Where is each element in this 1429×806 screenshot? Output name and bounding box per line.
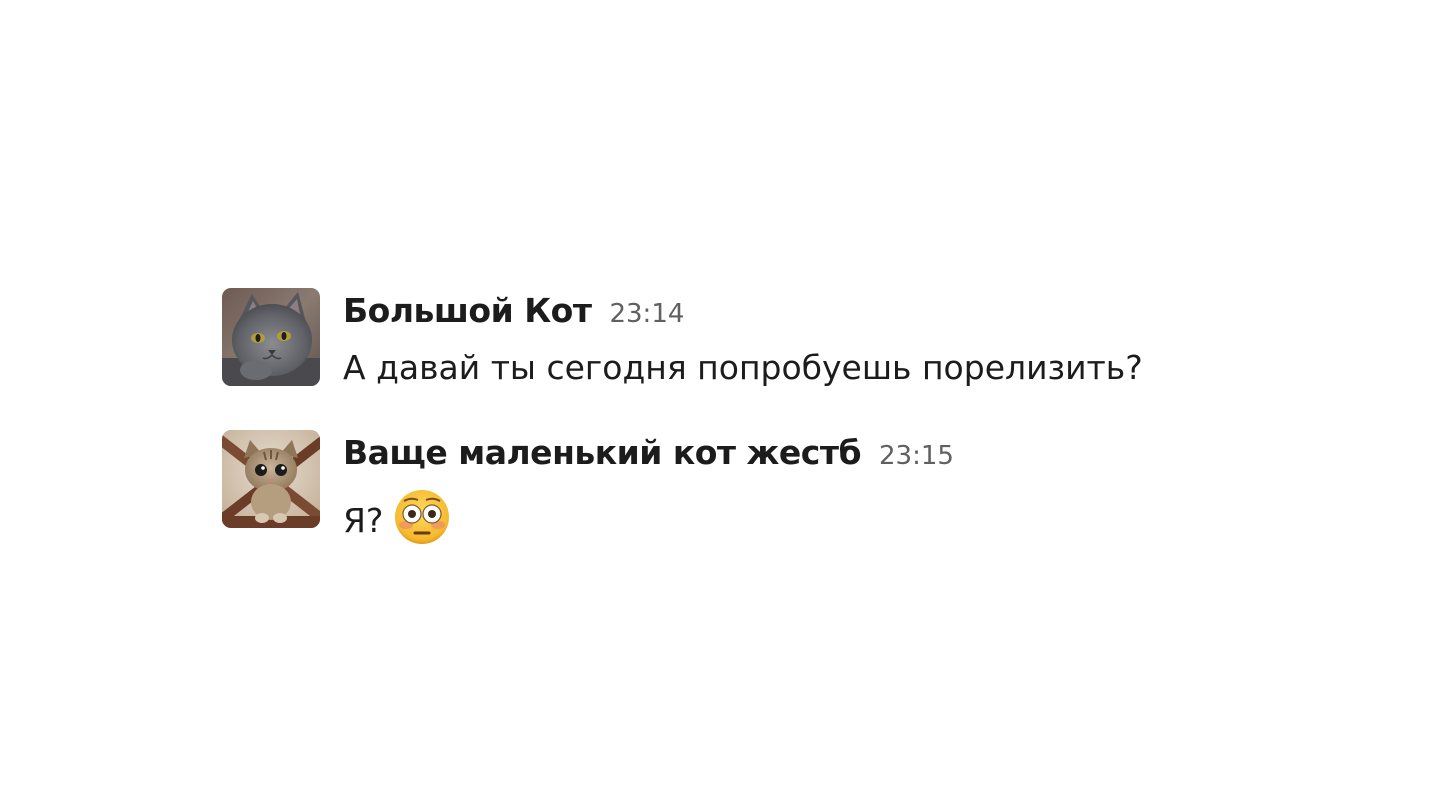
author-name[interactable]: Большой Кот [343, 291, 592, 330]
message-item: Большой Кот 23:14 А давай ты сегодня попр… [222, 288, 1322, 430]
message-content: Большой Кот 23:14 А давай ты сегодня попр… [343, 288, 1143, 390]
message-header: Ваще маленький кот жестб 23:15 [343, 430, 954, 476]
author-name[interactable]: Ваще маленький кот жестб [343, 433, 862, 472]
gray-cat-avatar[interactable] [222, 288, 320, 386]
message-list: Большой Кот 23:14 А давай ты сегодня попр… [222, 288, 1322, 572]
message-text-container: Я? [343, 488, 954, 546]
message-item: Ваще маленький кот жестб 23:15 Я? [222, 430, 1322, 572]
message-content: Ваще маленький кот жестб 23:15 Я? [343, 430, 954, 546]
kitten-icon [222, 430, 320, 528]
flushed-face-emoji-icon [393, 488, 451, 546]
message-header: Большой Кот 23:14 [343, 288, 1143, 334]
gray-cat-icon [222, 288, 320, 386]
message-timestamp[interactable]: 23:14 [609, 299, 684, 329]
message-timestamp[interactable]: 23:15 [879, 441, 954, 471]
message-text: Я? [343, 501, 384, 540]
message-text: А давай ты сегодня попробуешь порелизить… [343, 348, 1143, 387]
kitten-avatar[interactable] [222, 430, 320, 528]
